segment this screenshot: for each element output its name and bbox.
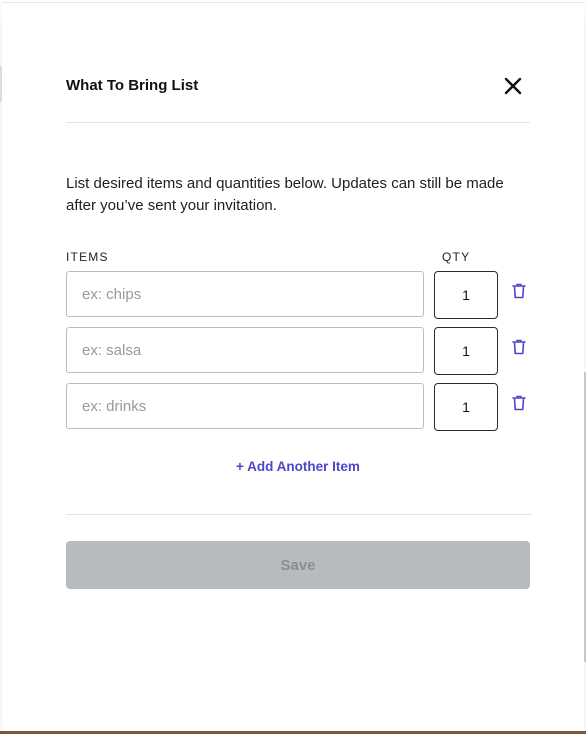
save-button[interactable]: Save	[66, 541, 530, 589]
modal-description: List desired items and quantities below.…	[66, 175, 504, 214]
footer-divider	[66, 514, 532, 515]
modal-header: What To Bring List	[66, 75, 530, 99]
delete-item-button[interactable]	[512, 395, 526, 411]
add-another-item-link[interactable]: + Add Another Item	[66, 459, 530, 474]
qty-column-label: QTY	[442, 250, 471, 264]
item-qty-input[interactable]	[434, 383, 498, 431]
close-icon	[504, 77, 522, 95]
item-row	[66, 327, 534, 375]
item-name-input[interactable]	[66, 327, 424, 373]
delete-item-button[interactable]	[512, 283, 526, 299]
header-divider	[66, 122, 530, 123]
item-name-input[interactable]	[66, 271, 424, 317]
delete-item-button[interactable]	[512, 339, 526, 355]
item-qty-input[interactable]	[434, 327, 498, 375]
item-row	[66, 383, 534, 431]
trash-icon	[512, 283, 526, 299]
trash-icon	[512, 395, 526, 411]
what-to-bring-modal: What To Bring List List desired items an…	[2, 2, 584, 731]
modal-title: What To Bring List	[66, 77, 199, 94]
item-row	[66, 271, 534, 319]
close-button[interactable]	[502, 75, 524, 97]
item-qty-input[interactable]	[434, 271, 498, 319]
items-column-label: ITEMS	[66, 250, 109, 264]
item-name-input[interactable]	[66, 383, 424, 429]
trash-icon	[512, 339, 526, 355]
